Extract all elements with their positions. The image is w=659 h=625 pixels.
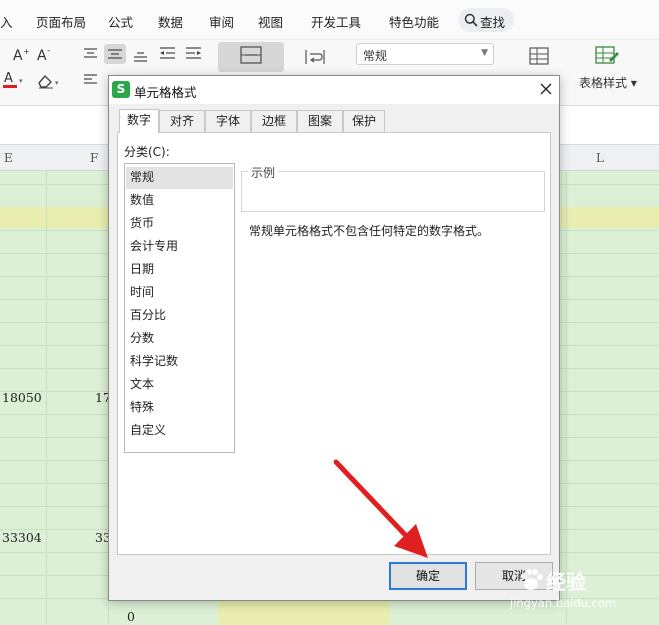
chevron-down-icon: ▼ — [481, 48, 488, 58]
svg-text:A: A — [4, 71, 13, 86]
watermark-url: jingyan.baidu.com — [510, 596, 617, 610]
category-date[interactable]: 日期 — [126, 259, 233, 281]
decrease-indent-icon[interactable] — [158, 46, 178, 62]
column-header-f[interactable]: F — [90, 151, 98, 165]
category-custom[interactable]: 自定义 — [126, 420, 233, 442]
category-time[interactable]: 时间 — [126, 282, 233, 304]
conditional-format-icon[interactable] — [528, 46, 550, 66]
menu-special-features[interactable]: 特色功能 — [389, 12, 439, 31]
sample-preview: 示例 — [241, 164, 545, 212]
number-format-value: 常规 — [363, 49, 388, 63]
annotation-arrow-icon — [333, 459, 428, 558]
menu-view[interactable]: 视图 — [258, 12, 283, 31]
category-fraction[interactable]: 分数 — [126, 328, 233, 350]
svg-text:A: A — [37, 48, 47, 62]
watermark-brand: 经验 — [546, 570, 586, 594]
wps-logo-icon: S — [112, 81, 130, 98]
highlighted-cell — [218, 600, 390, 625]
wrap-text-icon[interactable] — [302, 46, 328, 68]
increase-indent-icon[interactable] — [184, 46, 204, 62]
dialog-title: 单元格格式 — [134, 85, 197, 100]
column-header-l[interactable]: L — [596, 151, 604, 165]
svg-text:▾: ▾ — [55, 79, 59, 87]
tab-pattern[interactable]: 图案 — [297, 110, 343, 132]
sample-label: 示例 — [248, 164, 279, 181]
align-bottom-icon[interactable] — [132, 46, 150, 62]
align-left-icon[interactable] — [82, 72, 100, 88]
svg-text:-: - — [47, 46, 50, 56]
menu-insert[interactable]: 入 — [0, 12, 13, 31]
category-number[interactable]: 数值 — [126, 190, 233, 212]
category-scientific[interactable]: 科学记数 — [126, 351, 233, 373]
dialog-title-bar[interactable]: S 单元格格式 — [109, 76, 559, 104]
search-button[interactable]: 查找 — [458, 8, 514, 32]
ok-button[interactable]: 确定 — [389, 562, 467, 590]
category-percentage[interactable]: 百分比 — [126, 305, 233, 327]
cell-e-value[interactable]: 18050 — [2, 390, 42, 405]
tab-protection[interactable]: 保护 — [343, 110, 385, 132]
baidu-watermark: 经验 jingyan.baidu.com — [510, 553, 659, 625]
search-icon — [464, 13, 478, 27]
merge-cells-icon — [240, 46, 262, 64]
menu-page-layout[interactable]: 页面布局 — [36, 12, 86, 31]
column-header-e[interactable]: E — [4, 151, 13, 165]
menu-data[interactable]: 数据 — [158, 12, 183, 31]
table-style-icon[interactable] — [594, 44, 620, 68]
menu-formulas[interactable]: 公式 — [108, 12, 133, 31]
merge-center-button[interactable] — [218, 42, 284, 72]
svg-text:▾: ▾ — [19, 77, 23, 85]
close-icon[interactable] — [537, 80, 555, 98]
svg-text:+: + — [23, 47, 30, 56]
svg-text:A: A — [13, 48, 23, 62]
align-top-icon[interactable] — [82, 46, 100, 62]
tab-number[interactable]: 数字 — [119, 109, 159, 133]
category-list[interactable]: 常规 数值 货币 会计专用 日期 时间 百分比 分数 科学记数 文本 特殊 自定… — [124, 163, 235, 453]
menu-developer-tools[interactable]: 开发工具 — [311, 12, 361, 31]
decrease-font-size-icon[interactable]: A - — [36, 46, 54, 62]
category-accounting[interactable]: 会计专用 — [126, 236, 233, 258]
cell-value[interactable]: 0 — [127, 609, 135, 624]
category-general[interactable]: 常规 — [126, 167, 233, 189]
cell-e-value[interactable]: 33304 — [2, 530, 42, 545]
ribbon-menu-bar: 入 页面布局 公式 数据 审阅 视图 开发工具 特色功能 查找 — [0, 0, 659, 40]
category-currency[interactable]: 货币 — [126, 213, 233, 235]
tab-font[interactable]: 字体 — [205, 110, 251, 132]
search-label: 查找 — [480, 15, 506, 30]
category-text[interactable]: 文本 — [126, 374, 233, 396]
format-description: 常规单元格格式不包含任何特定的数字格式。 — [249, 224, 490, 238]
font-color-icon[interactable]: A ▾ — [2, 70, 26, 90]
align-middle-icon — [108, 49, 122, 59]
clear-format-icon[interactable]: ▾ — [36, 72, 64, 90]
increase-font-size-icon[interactable]: A + — [12, 46, 30, 62]
table-style-label: 表格样式 — [579, 76, 628, 90]
align-middle-button[interactable] — [104, 44, 126, 64]
category-label: 分类(C): — [124, 145, 170, 159]
number-format-select[interactable]: 常规 ▼ — [356, 43, 494, 65]
category-special[interactable]: 特殊 — [126, 397, 233, 419]
tab-alignment[interactable]: 对齐 — [159, 110, 205, 132]
baidu-paw-icon — [521, 569, 543, 590]
table-style-button[interactable]: 表格样式 ▾ — [579, 74, 637, 91]
menu-review[interactable]: 审阅 — [209, 12, 234, 31]
tab-border[interactable]: 边框 — [251, 110, 297, 132]
